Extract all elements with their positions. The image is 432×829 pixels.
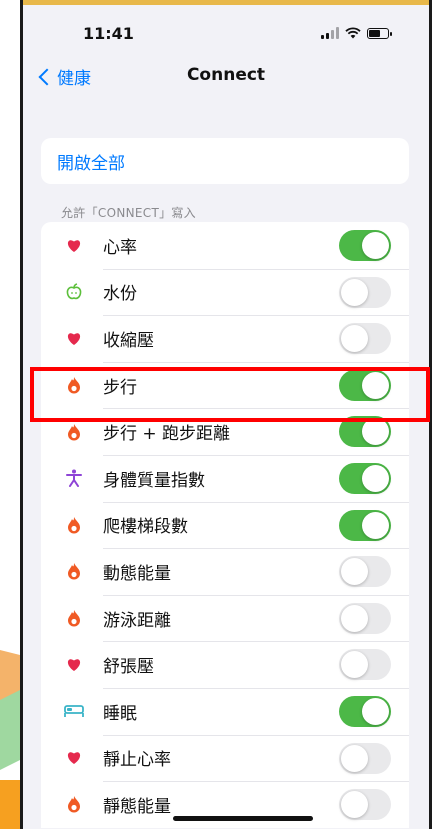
toggle-switch[interactable] [339, 602, 391, 634]
toggle-switch[interactable] [339, 230, 391, 261]
toggle-knob [362, 464, 389, 492]
toggle-switch[interactable] [339, 462, 391, 494]
section-header: 允許「CONNECT」寫入 [61, 206, 196, 220]
list-item-label: 游泳距離 [103, 610, 171, 631]
list-item-label: 動態能量 [103, 563, 171, 584]
list-item-label: 身體質量指數 [103, 470, 205, 491]
list-item-label: 睡眠 [103, 703, 137, 724]
toggle-switch[interactable] [339, 276, 391, 308]
list-item-label: 心率 [103, 237, 137, 258]
toggle-switch[interactable] [339, 649, 391, 681]
wifi-icon [345, 27, 361, 39]
toggle-knob [341, 651, 368, 679]
list-item: 舒張壓 [41, 641, 409, 688]
apple-icon [63, 281, 85, 303]
list-item: 睡眠 [41, 687, 409, 735]
status-icons [321, 26, 392, 40]
toggle-switch[interactable] [339, 369, 391, 401]
enable-all-button[interactable]: 開啟全部 [41, 138, 409, 184]
toggle-knob [341, 744, 368, 772]
toggle-knob [341, 558, 368, 586]
list-item: 步行 + 跑步距離 [41, 408, 409, 455]
list-item: 身體質量指數 [41, 454, 409, 502]
toggle-switch[interactable] [339, 695, 391, 727]
person-icon [63, 467, 85, 489]
list-item-label: 爬樓梯段數 [103, 517, 188, 538]
toggle-knob [341, 791, 368, 819]
list-item: 動態能量 [41, 548, 409, 595]
toggle-switch[interactable] [339, 416, 391, 448]
flame-icon [63, 421, 85, 443]
list-item-label: 靜止心率 [103, 750, 171, 771]
toggle-switch[interactable] [339, 556, 391, 588]
nav-bar: 健康 Connect [23, 60, 429, 96]
list-item: 水份 [41, 268, 409, 316]
toggle-knob [362, 511, 389, 539]
heart-icon [63, 234, 85, 256]
list-item: 心率 [41, 222, 409, 269]
toggle-switch[interactable] [339, 509, 391, 541]
list-item-label: 舒張壓 [103, 657, 154, 678]
toggle-knob [341, 325, 368, 353]
toggle-knob [362, 418, 389, 446]
top-band [23, 0, 429, 5]
category-list: 心率水份收縮壓步行步行 + 跑步距離 身體質量指數 爬樓梯段數動態能量游泳距離舒張壓… [41, 222, 409, 828]
heart-icon [63, 654, 85, 676]
heart-icon [63, 327, 85, 349]
toggle-knob [341, 278, 368, 306]
toggle-knob [362, 232, 389, 259]
flame-icon [63, 514, 85, 536]
list-item-label: 靜態能量 [103, 796, 171, 817]
heart-icon [63, 747, 85, 769]
list-item: 爬樓梯段數 [41, 501, 409, 549]
list-item: 靜止心率 [41, 734, 409, 782]
bed-icon [63, 700, 85, 722]
toggle-switch[interactable] [339, 789, 391, 821]
toggle-knob [362, 697, 389, 725]
list-item: 收縮壓 [41, 315, 409, 362]
status-bar: 11:41 [23, 18, 429, 48]
battery-icon [367, 27, 392, 39]
toggle-switch[interactable] [339, 323, 391, 355]
list-item-label: 收縮壓 [103, 330, 154, 351]
list-item-label: 水份 [103, 284, 137, 305]
list-item: 游泳距離 [41, 594, 409, 642]
flame-icon [63, 607, 85, 629]
flame-icon [63, 560, 85, 582]
list-item-label: 步行 [103, 377, 137, 398]
list-item: 步行 [41, 361, 409, 409]
toggle-knob [341, 604, 368, 632]
phone-screen: 11:41 健康 Connect 開啟全部 允許「CONNECT」寫入 心率水份… [20, 0, 432, 829]
signal-icon [321, 27, 339, 39]
flame-icon [63, 374, 85, 396]
flame-icon [63, 793, 85, 815]
home-indicator [173, 816, 313, 821]
page-title: Connect [186, 65, 266, 85]
status-time: 11:41 [83, 24, 134, 43]
toggle-knob [362, 371, 389, 399]
list-item-label: 步行 + 跑步距離 [103, 424, 231, 445]
toggle-switch[interactable] [339, 742, 391, 774]
